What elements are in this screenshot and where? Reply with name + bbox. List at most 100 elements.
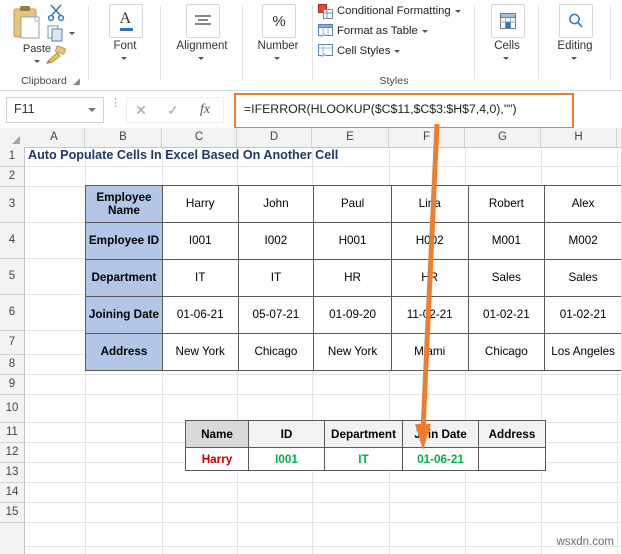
ribbon-group-editing: Editing [540, 0, 610, 90]
row-header-13[interactable]: 13 [0, 463, 24, 483]
data-cell[interactable]: H001 [313, 222, 392, 260]
data-cell[interactable]: Harry [161, 185, 239, 223]
table-row: Employee ID I001 I002 H001 H002 M001 M002 [85, 222, 622, 260]
data-cell[interactable]: I001 [161, 222, 239, 260]
chevron-down-icon[interactable] [454, 9, 461, 13]
column-header-c[interactable]: C [162, 128, 237, 147]
conditional-formatting-label: Conditional Formatting [337, 5, 451, 17]
result-header-cell[interactable]: Name [185, 420, 249, 448]
column-header-d[interactable]: D [237, 128, 312, 147]
name-box[interactable]: F11 [6, 97, 104, 123]
data-cell[interactable]: 01-09-20 [313, 296, 392, 334]
cells-dropdown-caret[interactable] [503, 57, 509, 60]
select-all-corner[interactable] [0, 128, 25, 147]
column-header-f[interactable]: F [389, 128, 465, 147]
row-label-cell[interactable]: Employee Name [85, 185, 163, 223]
cancel-icon[interactable]: ✕ [127, 100, 155, 120]
data-cell[interactable]: Sales [544, 259, 622, 297]
data-cell[interactable]: 05-07-21 [237, 296, 315, 334]
column-header-a[interactable]: A [24, 128, 85, 147]
divider [160, 6, 161, 80]
cell-styles-icon [318, 44, 333, 58]
chevron-down-icon[interactable] [421, 29, 428, 33]
data-cell[interactable]: Alex [544, 185, 622, 223]
row-label-cell[interactable]: Address [85, 333, 163, 371]
row-label-cell[interactable]: Department [85, 259, 163, 297]
paste-dropdown-caret[interactable] [34, 60, 40, 63]
data-cell[interactable]: HR [390, 259, 469, 297]
data-cell[interactable]: Chicago [237, 333, 315, 371]
row-header-10[interactable]: 10 [0, 395, 24, 423]
result-value-cell[interactable]: IT [324, 447, 403, 471]
result-header-cell[interactable]: Department [324, 420, 403, 448]
number-dropdown-caret[interactable] [274, 57, 280, 60]
data-cell[interactable]: Lina [390, 185, 469, 223]
row-label-cell[interactable]: Employee ID [85, 222, 163, 260]
data-cell[interactable]: M002 [544, 222, 622, 260]
result-header-cell[interactable]: ID [248, 420, 325, 448]
data-cell[interactable]: IT [237, 259, 315, 297]
data-cell[interactable]: 11-02-21 [390, 296, 469, 334]
data-cell[interactable]: New York [161, 333, 239, 371]
result-header-cell[interactable]: Address [478, 420, 546, 448]
row-label-cell[interactable]: Joining Date [85, 296, 163, 334]
formula-bar-handle[interactable]: ⋮ [110, 98, 121, 118]
formula-input[interactable]: =IFERROR(HLOOKUP($C$11,$C$3:$H$7,4,0),""… [244, 102, 517, 116]
alignment-dropdown-caret[interactable] [198, 57, 204, 60]
confirm-icon[interactable]: ✓ [159, 100, 187, 120]
data-cell[interactable]: Paul [313, 185, 392, 223]
clipboard-dialog-launcher[interactable]: ◢ [73, 77, 82, 86]
row-header-7[interactable]: 7 [0, 331, 24, 355]
column-header-h[interactable]: H [541, 128, 617, 147]
row-header-3[interactable]: 3 [0, 187, 24, 223]
data-cell[interactable]: 01-02-21 [544, 296, 622, 334]
copy-dropdown-caret[interactable] [69, 32, 75, 35]
alignment-icon [186, 4, 220, 38]
row-header-1[interactable]: 1 [0, 147, 24, 167]
cut-button[interactable] [46, 2, 66, 27]
data-cell[interactable]: HR [313, 259, 392, 297]
result-value-cell[interactable] [478, 447, 546, 471]
column-header-b[interactable]: B [85, 128, 162, 147]
column-header-e[interactable]: E [312, 128, 389, 147]
number-label: Number [257, 40, 299, 52]
result-value-cell[interactable]: Harry [185, 447, 249, 471]
data-cell[interactable]: H002 [390, 222, 469, 260]
row-header-11[interactable]: 11 [0, 423, 24, 443]
data-cell[interactable]: Chicago [467, 333, 546, 371]
row-header-15[interactable]: 15 [0, 503, 24, 523]
data-cell[interactable]: 01-02-21 [467, 296, 546, 334]
result-value-cell[interactable]: I001 [248, 447, 325, 471]
insert-function-icon[interactable]: fx [191, 100, 219, 120]
row-header-5[interactable]: 5 [0, 259, 24, 295]
data-cell[interactable]: I002 [237, 222, 315, 260]
editing-dropdown-caret[interactable] [571, 57, 577, 60]
cell-styles-label: Cell Styles [337, 45, 391, 57]
data-cell[interactable]: IT [161, 259, 239, 297]
data-cell[interactable]: Sales [467, 259, 546, 297]
row-header-14[interactable]: 14 [0, 483, 24, 503]
table-row: Joining Date 01-06-21 05-07-21 01-09-20 11-0… [85, 296, 622, 334]
result-value-cell[interactable]: 01-06-21 [402, 447, 479, 471]
data-cell[interactable]: M001 [467, 222, 546, 260]
row-header-6[interactable]: 6 [0, 295, 24, 331]
row-header-2[interactable]: 2 [0, 167, 24, 187]
format-painter-button[interactable] [45, 45, 67, 70]
column-header-g[interactable]: G [465, 128, 541, 147]
row-header-8[interactable]: 8 [0, 355, 24, 375]
data-cell[interactable]: Robert [467, 185, 546, 223]
data-cell[interactable]: John [237, 185, 315, 223]
data-cell[interactable]: Los Angeles [544, 333, 622, 371]
data-cell[interactable]: New York [313, 333, 392, 371]
chevron-down-icon[interactable] [394, 49, 401, 53]
result-header-cell[interactable]: Join Date [402, 420, 479, 448]
data-cell[interactable]: 01-06-21 [161, 296, 239, 334]
data-cell[interactable]: Miami [390, 333, 469, 371]
row-header-4[interactable]: 4 [0, 223, 24, 259]
row-header-9[interactable]: 9 [0, 375, 24, 395]
name-box-dropdown-caret[interactable] [88, 108, 96, 112]
divider [88, 6, 89, 80]
styles-group-label: Styles [379, 75, 409, 87]
font-dropdown-caret[interactable] [121, 57, 127, 60]
row-header-12[interactable]: 12 [0, 443, 24, 463]
